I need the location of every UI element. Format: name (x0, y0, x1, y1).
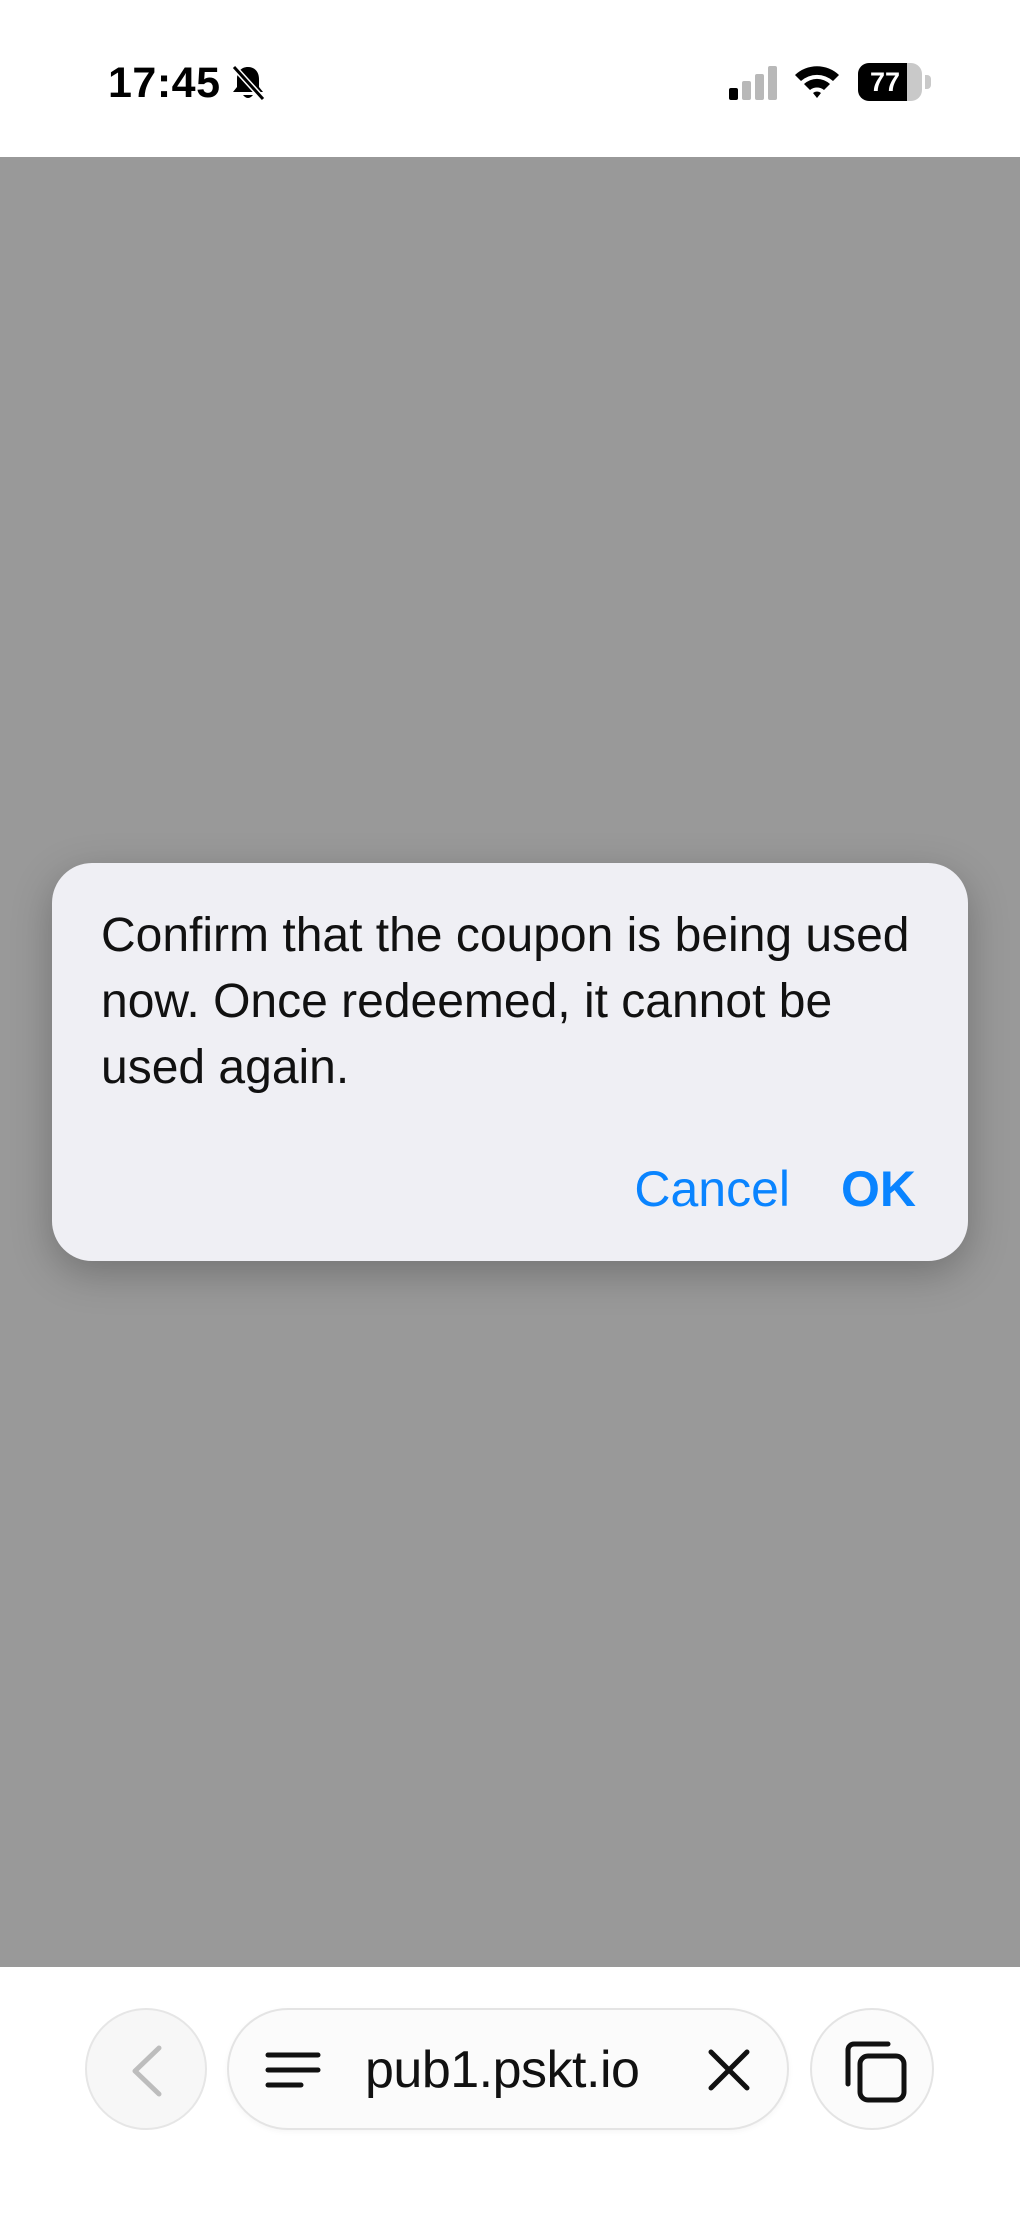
menu-icon[interactable] (265, 2050, 321, 2090)
address-bar[interactable]: pub1.pskt.io (227, 2008, 789, 2130)
back-button[interactable] (85, 2008, 207, 2130)
cellular-signal-icon (729, 66, 777, 100)
tabs-icon (845, 2041, 907, 2103)
close-icon[interactable] (705, 2046, 753, 2094)
bell-slash-icon (231, 64, 266, 102)
chevron-left-icon (132, 2045, 162, 2097)
status-bar: 17:45 77 (0, 0, 1020, 157)
cancel-button[interactable]: Cancel (634, 1159, 790, 1219)
battery-level: 77 (869, 67, 901, 97)
wifi-icon (795, 66, 839, 98)
ok-button[interactable]: OK (841, 1159, 916, 1219)
status-time: 17:45 (108, 59, 221, 107)
dialog-message: Confirm that the coupon is being used no… (101, 909, 910, 1094)
battery-body: 77 (858, 63, 922, 101)
confirm-dialog: Confirm that the coupon is being used no… (52, 863, 968, 1261)
browser-toolbar: pub1.pskt.io (0, 1967, 1020, 2218)
battery-cap (925, 75, 931, 89)
address-url[interactable]: pub1.pskt.io (365, 2040, 640, 2100)
tabs-button[interactable] (810, 2008, 934, 2130)
battery-icon: 77 (858, 63, 932, 101)
